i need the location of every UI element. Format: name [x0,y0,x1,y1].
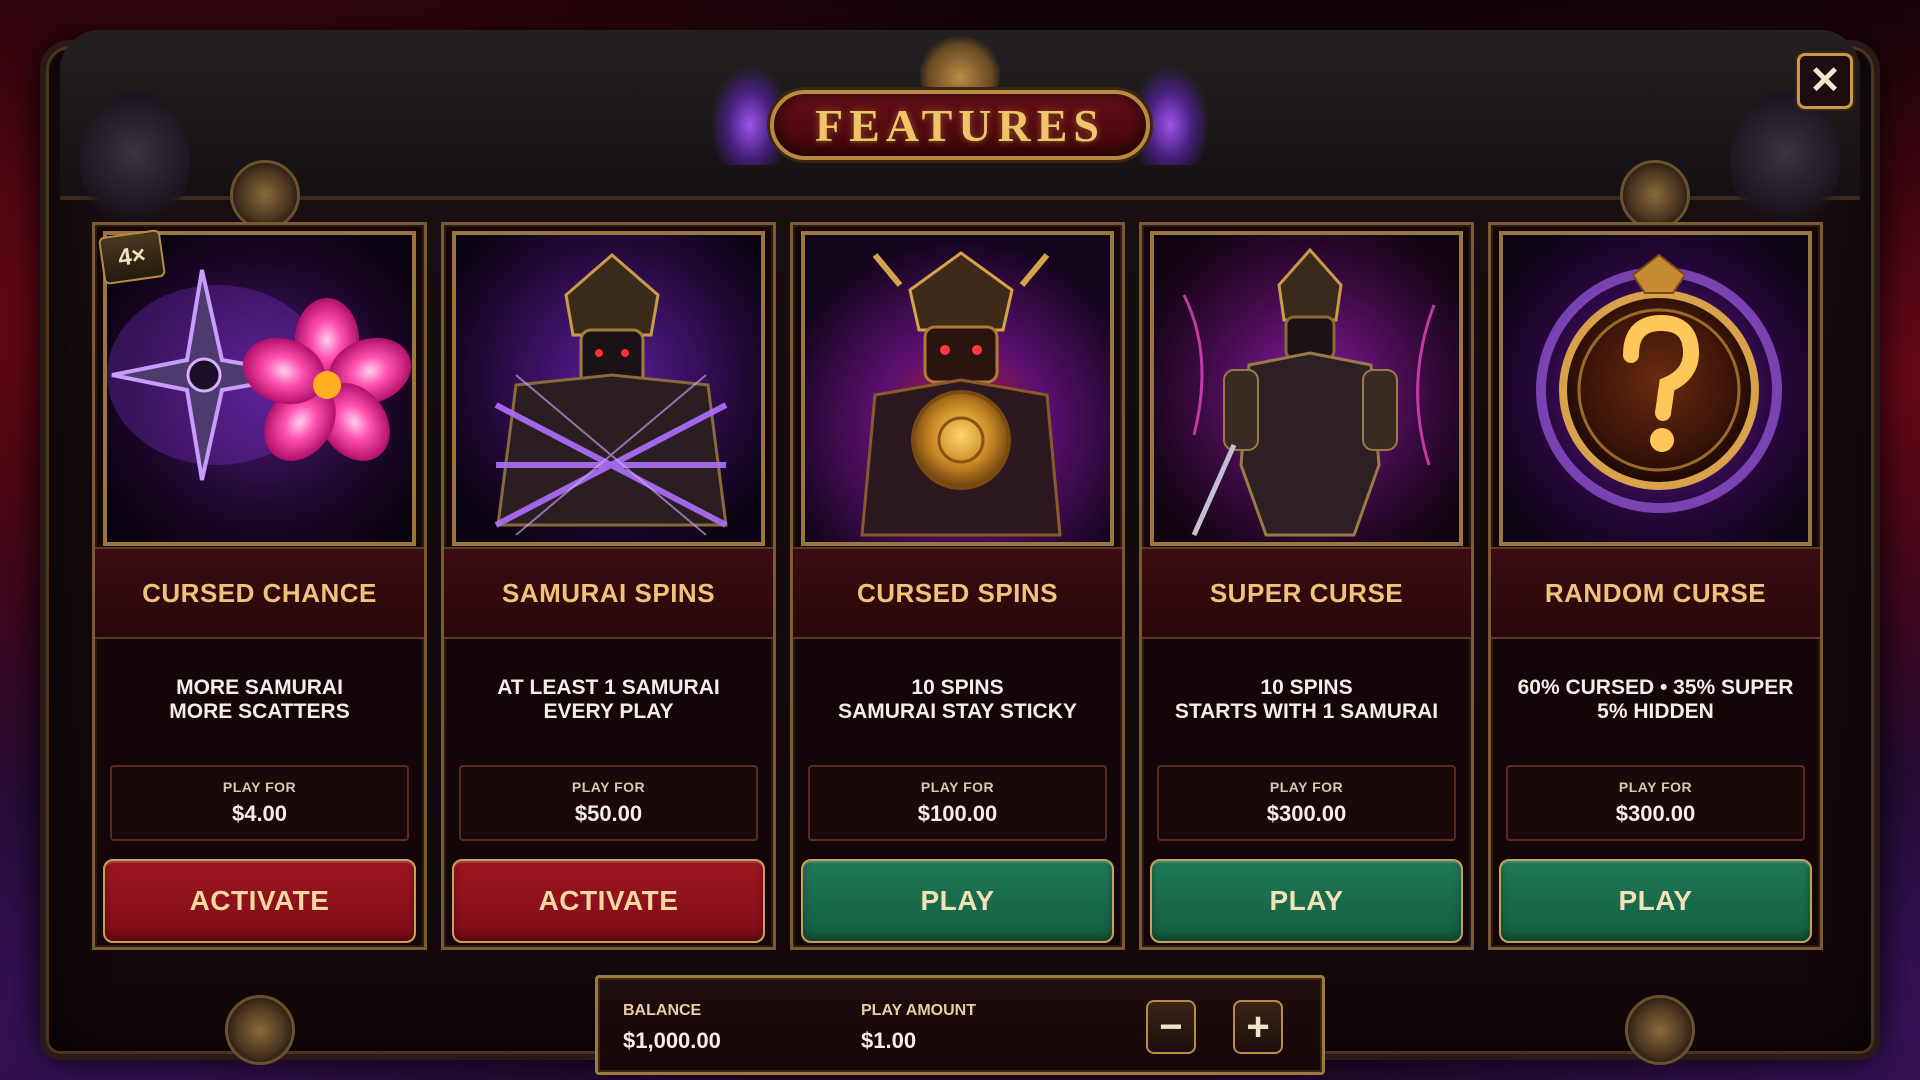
activate-button[interactable]: ACTIVATE [103,859,416,943]
card-description-line: STARTS WITH 1 SAMURAI [1174,700,1439,723]
card-description: MORE SAMURAI MORE SCATTERS [95,665,424,735]
play-button[interactable]: PLAY [1150,859,1463,943]
card-description-line: MORE SAMURAI [176,676,343,699]
play-for-price: $300.00 [1266,801,1347,826]
play-button[interactable]: PLAY [1499,859,1812,943]
card-art [1150,231,1463,546]
title-banner-group: FEATURES [710,35,1210,175]
play-for-box: PLAY FOR $100.00 [808,765,1107,841]
play-amount-label: PLAY AMOUNT [861,1002,976,1019]
feature-card-cursed-chance: 4× CURSED CHANCE MORE SAMURAI MORE SCATT… [92,222,427,950]
card-title: RANDOM CURSE [1544,577,1767,608]
card-title-strip: RANDOM CURSE [1491,547,1820,639]
feature-card-cursed-spins: CURSED SPINS 10 SPINS SAMURAI STAY STICK… [790,222,1125,950]
feature-card-super-curse: SUPER CURSE 10 SPINS STARTS WITH 1 SAMUR… [1139,222,1474,950]
decrease-play-amount-button[interactable]: − [1146,1000,1196,1054]
play-for-label: PLAY FOR [222,779,297,795]
card-description: AT LEAST 1 SAMURAI EVERY PLAY [444,665,773,735]
play-for-box: PLAY FOR $50.00 [459,765,758,841]
play-for-price: $50.00 [574,801,643,826]
card-art [801,231,1114,546]
play-for-label: PLAY FOR [571,779,646,795]
play-for-price: $100.00 [917,801,998,826]
card-description: 10 SPINS SAMURAI STAY STICKY [793,665,1122,735]
card-title-strip: SAMURAI SPINS [444,547,773,639]
card-title: SUPER CURSE [1209,577,1404,608]
card-description-line: 5% HIDDEN [1597,700,1714,723]
card-description: 60% CURSED • 35% SUPER 5% HIDDEN [1491,665,1820,735]
card-art [452,231,765,546]
play-for-box: PLAY FOR $4.00 [110,765,409,841]
card-title: SAMURAI SPINS [501,577,716,608]
card-description-line: 10 SPINS [1260,676,1353,699]
page-title: FEATURES [815,99,1105,151]
card-description-line: AT LEAST 1 SAMURAI [497,676,720,699]
increase-play-amount-button[interactable]: + [1233,1000,1283,1054]
feature-card-samurai-spins: SAMURAI SPINS AT LEAST 1 SAMURAI EVERY P… [441,222,776,950]
golden-question-mark-emblem-icon [1503,235,1808,542]
multiplier-badge: 4× [97,228,167,286]
feature-card-random-curse: RANDOM CURSE 60% CURSED • 35% SUPER 5% H… [1488,222,1823,950]
card-title-strip: SUPER CURSE [1142,547,1471,639]
rosette-ornament-icon [230,160,300,230]
play-for-label: PLAY FOR [1618,779,1693,795]
play-for-box: PLAY FOR $300.00 [1506,765,1805,841]
play-for-price: $300.00 [1615,801,1696,826]
card-title-strip: CURSED SPINS [793,547,1122,639]
play-amount-value: $1.00 [861,1028,917,1053]
balance-bar: BALANCE $1,000.00 PLAY AMOUNT $1.00 − + [595,975,1325,1075]
card-description-line: MORE SCATTERS [169,700,350,723]
play-for-box: PLAY FOR $300.00 [1157,765,1456,841]
card-description-line: EVERY PLAY [543,700,674,723]
play-for-label: PLAY FOR [920,779,995,795]
card-art [1499,231,1812,546]
card-description: 10 SPINS STARTS WITH 1 SAMURAI [1142,665,1471,735]
balance-value: $1,000.00 [623,1028,721,1053]
balance-label: BALANCE [623,1002,702,1019]
plus-icon: + [1246,1005,1270,1049]
close-button[interactable]: ✕ [1797,53,1853,109]
card-title: CURSED CHANCE [142,577,377,608]
right-demon-ornament-icon [1730,90,1840,230]
close-icon: ✕ [1809,60,1841,102]
armored-samurai-icon [1154,235,1459,542]
chained-samurai-icon [456,235,761,542]
card-title: CURSED SPINS [856,577,1059,608]
left-demon-ornament-icon [80,90,190,230]
samurai-with-golden-shield-icon [805,235,1110,542]
feature-cards: 4× CURSED CHANCE MORE SAMURAI MORE SCATT… [92,222,1828,950]
activate-button[interactable]: ACTIVATE [452,859,765,943]
title-banner: FEATURES [770,90,1150,160]
rosette-ornament-icon [225,995,295,1065]
shuriken-and-sakura-icon [107,235,412,542]
play-for-price: $4.00 [231,801,288,826]
card-title-strip: CURSED CHANCE [95,547,424,639]
card-description-line: SAMURAI STAY STICKY [838,700,1077,723]
minus-icon: − [1159,1005,1183,1049]
card-description-line: 60% CURSED • 35% SUPER [1517,676,1794,699]
rosette-ornament-icon [1625,995,1695,1065]
card-description-line: 10 SPINS [911,676,1004,699]
play-for-label: PLAY FOR [1269,779,1344,795]
play-button[interactable]: PLAY [801,859,1114,943]
rosette-ornament-icon [1620,160,1690,230]
